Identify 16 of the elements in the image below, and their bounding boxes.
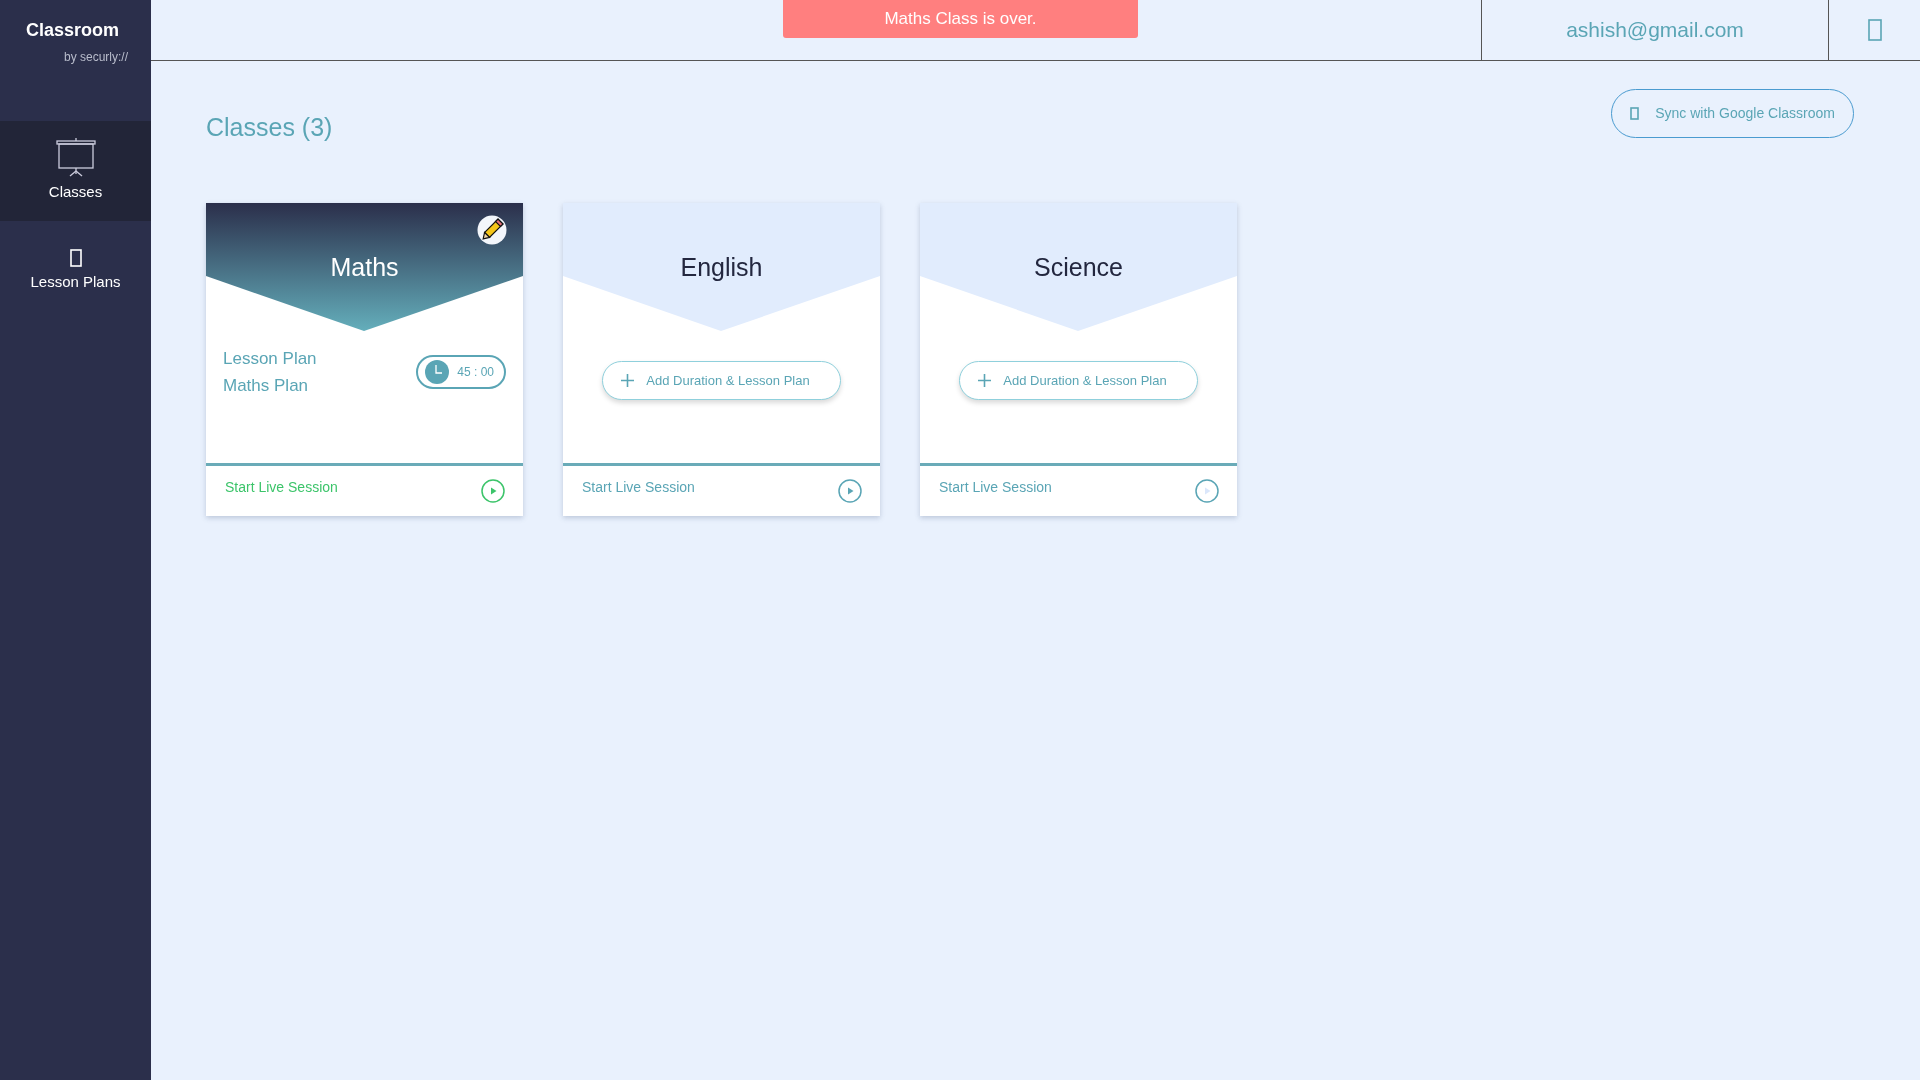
sidebar-item[interactable]: Lesson Plans (0, 221, 151, 321)
sidebar-item[interactable]: Classes (0, 121, 151, 221)
start-session-link[interactable]: Start Live Session (225, 477, 338, 498)
user-email[interactable]: ashish@gmail.com (1481, 0, 1828, 60)
start-session-link[interactable]: Start Live Session (582, 477, 695, 498)
page-title: Classes (3) (206, 112, 333, 143)
duration-pill[interactable]: 45 : 00 (416, 354, 506, 389)
brand-tagline: by securly:// (62, 49, 129, 66)
lesson-name: Maths Plan (223, 374, 310, 397)
brand-name: Classroom (25, 19, 121, 42)
add-plan-button[interactable]: Add Duration & Lesson Plan (602, 360, 841, 400)
class-name: English (680, 252, 763, 281)
alert-banner: Maths Class is over. (783, 0, 1138, 38)
class-name: Science (1034, 252, 1123, 281)
lesson-label: Lesson Plan (223, 347, 317, 370)
class-name: Maths (330, 252, 399, 281)
